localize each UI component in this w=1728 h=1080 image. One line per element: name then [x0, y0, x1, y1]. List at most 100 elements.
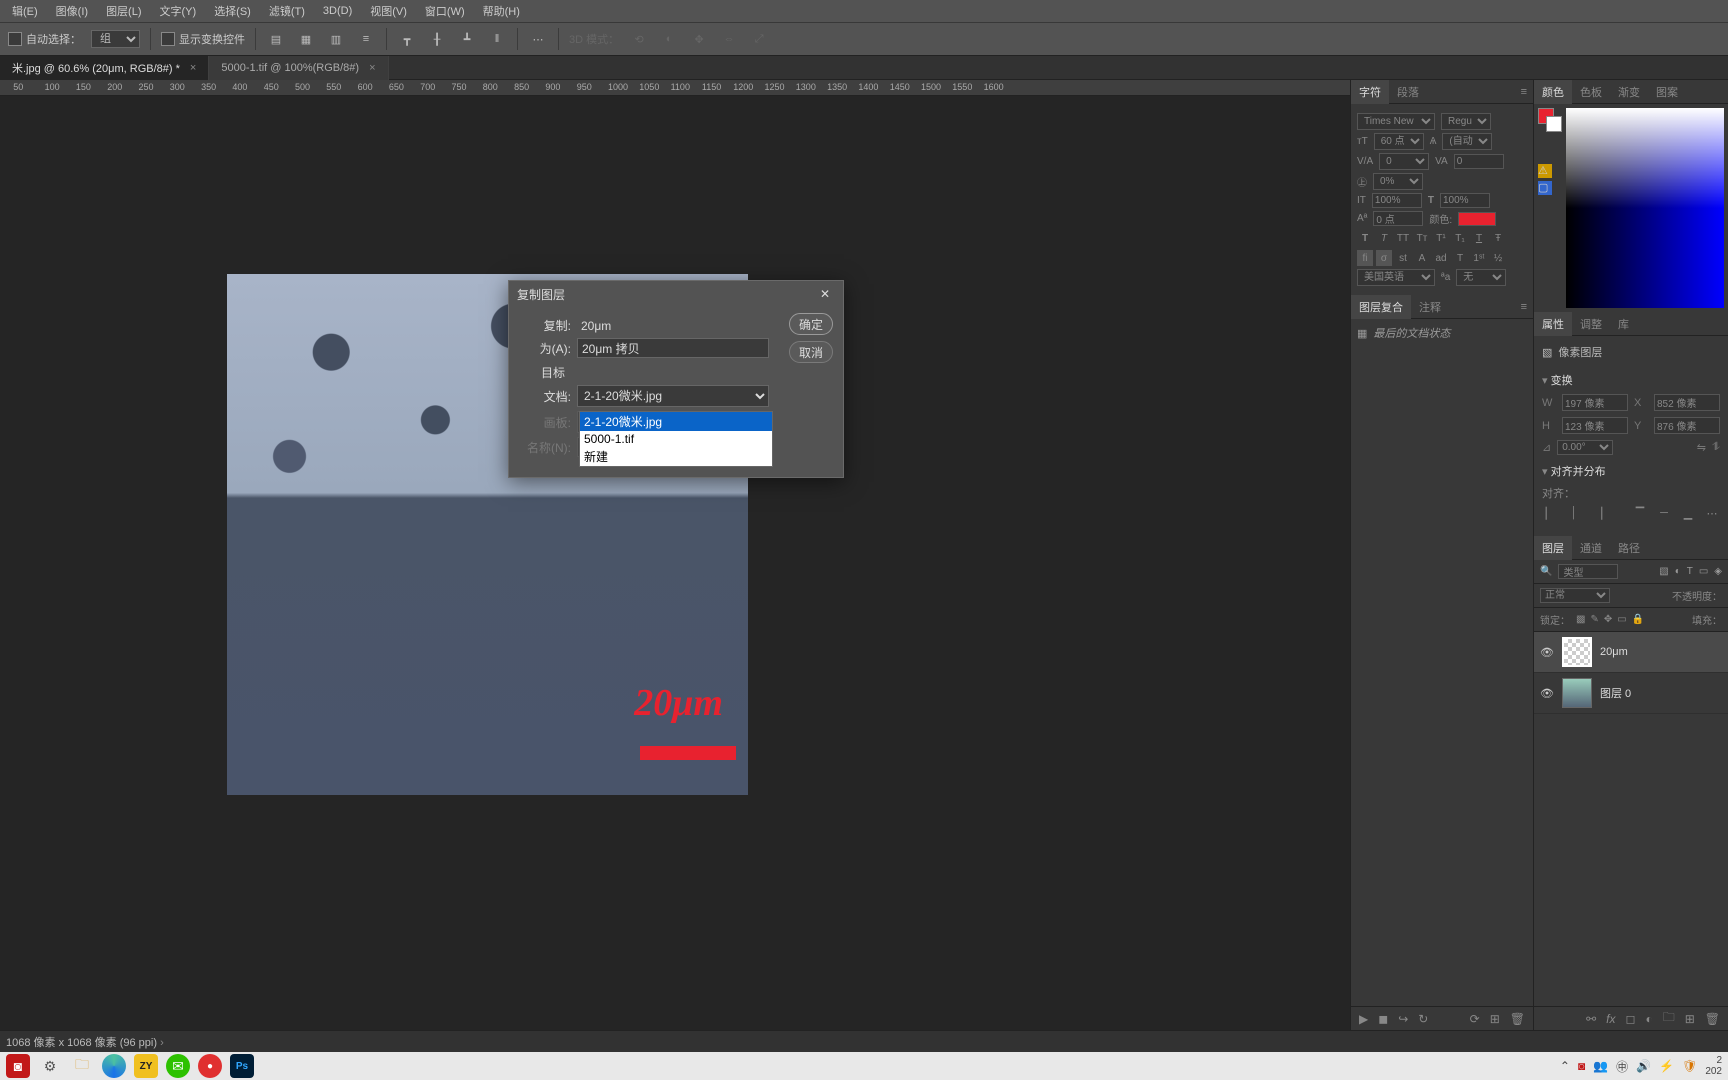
color-picker[interactable]: [1566, 108, 1724, 308]
document-select[interactable]: 2-1-20微米.jpg: [577, 385, 769, 407]
transform-header[interactable]: 变换: [1542, 368, 1720, 392]
align-vcenter-icon[interactable]: ─: [1656, 507, 1672, 520]
align-right-icon[interactable]: ▕: [1590, 507, 1606, 520]
search-icon[interactable]: 🔍: [1540, 566, 1552, 577]
next-icon[interactable]: ↪: [1398, 1012, 1408, 1026]
filter-adjust-icon[interactable]: ◐: [1675, 566, 1681, 577]
trash-icon[interactable]: 🗑: [1705, 1012, 1720, 1026]
tab-libraries[interactable]: 库: [1610, 312, 1637, 336]
tab-gradients[interactable]: 渐变: [1610, 80, 1648, 104]
tray-shield-icon[interactable]: 🛡: [1682, 1059, 1697, 1073]
distribute-top-icon[interactable]: ┳: [397, 29, 417, 49]
layer-thumbnail[interactable]: [1562, 678, 1592, 708]
layer-name[interactable]: 20μm: [1600, 646, 1628, 658]
tab-paths[interactable]: 路径: [1610, 536, 1648, 560]
tray-network-icon[interactable]: ⚡: [1659, 1059, 1674, 1073]
filter-pixel-icon[interactable]: ▧: [1659, 566, 1668, 577]
align-right-icon[interactable]: ▥: [326, 29, 346, 49]
half-icon[interactable]: ½: [1490, 250, 1506, 266]
explorer-icon[interactable]: 🗀: [70, 1054, 94, 1078]
underline-icon[interactable]: T: [1471, 230, 1487, 246]
tab-character[interactable]: 字符: [1351, 80, 1389, 104]
font-family-select[interactable]: Times New Ro…: [1357, 113, 1435, 130]
panel-menu-icon[interactable]: ≡: [1515, 301, 1533, 313]
menu-filter[interactable]: 滤镜(T): [261, 0, 313, 22]
tracking-select[interactable]: 0: [1379, 153, 1429, 170]
language-select[interactable]: 美国英语: [1357, 269, 1435, 286]
tab-notes[interactable]: 注释: [1411, 295, 1449, 319]
record-icon[interactable]: ●: [198, 1054, 222, 1078]
websafe-icon[interactable]: ▢: [1538, 181, 1552, 195]
auto-select-checkbox[interactable]: 自动选择：: [8, 31, 81, 47]
tray-chevron-icon[interactable]: ⌃: [1560, 1059, 1570, 1073]
font-style-select[interactable]: Regular: [1441, 113, 1491, 130]
loop-icon[interactable]: ↻: [1418, 1012, 1428, 1026]
ok-button[interactable]: 确定: [789, 313, 833, 335]
new-layer-icon[interactable]: ⊞: [1685, 1012, 1695, 1026]
close-icon[interactable]: ✕: [815, 284, 835, 304]
tray-people-icon[interactable]: 👥: [1593, 1059, 1608, 1073]
swash-icon[interactable]: A: [1414, 250, 1430, 266]
adjustment-icon[interactable]: ◐: [1645, 1012, 1652, 1026]
contextual-icon[interactable]: σ: [1376, 250, 1392, 266]
align-left-icon[interactable]: ▏: [1542, 507, 1558, 520]
flip-v-icon[interactable]: ⥮: [1712, 441, 1720, 454]
gamut-warning-icon[interactable]: ⚠: [1538, 164, 1552, 178]
tab-swatches[interactable]: 色板: [1572, 80, 1610, 104]
tray-clock[interactable]: 2202: [1705, 1055, 1722, 1077]
tab-channels[interactable]: 通道: [1572, 536, 1610, 560]
app-icon[interactable]: ◙: [6, 1054, 30, 1078]
panel-menu-icon[interactable]: ≡: [1515, 86, 1533, 98]
align-more-icon[interactable]: ⋯: [1704, 507, 1720, 520]
dropdown-option[interactable]: 新建: [580, 447, 772, 466]
lock-pixels-icon[interactable]: ✎: [1590, 614, 1598, 625]
filter-shape-icon[interactable]: ▭: [1699, 566, 1708, 577]
subscript-icon[interactable]: T₁: [1452, 230, 1468, 246]
kerning-input[interactable]: [1454, 154, 1504, 169]
layer-filter-input[interactable]: [1558, 564, 1618, 579]
lock-all-icon[interactable]: 🔒: [1632, 614, 1644, 625]
group-icon[interactable]: 🗀: [1663, 1008, 1675, 1029]
tray-app-icon[interactable]: ◙: [1578, 1059, 1585, 1073]
wechat-icon[interactable]: ✉: [166, 1054, 190, 1078]
link-icon[interactable]: ⚯: [1586, 1012, 1596, 1026]
text-color-swatch[interactable]: [1458, 212, 1496, 226]
tab-paragraph[interactable]: 段落: [1389, 80, 1427, 104]
menu-layer[interactable]: 图层(L): [98, 0, 149, 22]
tab-color[interactable]: 颜色: [1534, 80, 1572, 104]
tab-properties[interactable]: 属性: [1534, 312, 1572, 336]
lock-transparency-icon[interactable]: ▩: [1576, 614, 1585, 625]
hscale-input[interactable]: [1440, 193, 1490, 208]
ligature-icon[interactable]: fi: [1357, 250, 1373, 266]
overflow-icon[interactable]: ⋯: [528, 29, 548, 49]
close-icon[interactable]: ×: [369, 62, 375, 74]
fraction-icon[interactable]: 1ˢᵗ: [1471, 250, 1487, 266]
visibility-icon[interactable]: 👁: [1540, 687, 1554, 700]
allcaps-icon[interactable]: TT: [1395, 230, 1411, 246]
align-hcenter-icon[interactable]: │: [1566, 507, 1582, 520]
new-icon[interactable]: ⊞: [1490, 1012, 1500, 1026]
strikethrough-icon[interactable]: Ŧ: [1490, 230, 1506, 246]
layer-thumbnail[interactable]: [1562, 637, 1592, 667]
scale-select[interactable]: 0%: [1373, 173, 1423, 190]
stylistic-icon[interactable]: st: [1395, 250, 1411, 266]
sync-icon[interactable]: ⟳: [1470, 1012, 1480, 1026]
show-transform-checkbox[interactable]: 显示变换控件: [161, 31, 245, 47]
tab-layers[interactable]: 图层: [1534, 536, 1572, 560]
play-icon[interactable]: ▶: [1359, 1012, 1368, 1026]
cancel-button[interactable]: 取消: [789, 341, 833, 363]
tab-patterns[interactable]: 图案: [1648, 80, 1686, 104]
width-input[interactable]: [1562, 394, 1628, 411]
fg-bg-swatch[interactable]: [1538, 108, 1562, 132]
menu-type[interactable]: 文字(Y): [152, 0, 205, 22]
menu-help[interactable]: 帮助(H): [475, 0, 528, 22]
tray-volume-icon[interactable]: 🔊: [1636, 1059, 1651, 1073]
close-icon[interactable]: ×: [190, 62, 196, 74]
auto-select-mode[interactable]: 组: [91, 30, 140, 48]
3d-slide-icon[interactable]: ⇔: [719, 29, 739, 49]
angle-select[interactable]: 0.00°: [1557, 440, 1613, 455]
tray-ime-icon[interactable]: ㊥: [1616, 1058, 1628, 1075]
menu-3d[interactable]: 3D(D): [315, 2, 360, 20]
lock-position-icon[interactable]: ✥: [1604, 614, 1612, 625]
doc-tab[interactable]: 5000-1.tif @ 100%(RGB/8#) ×: [209, 56, 388, 80]
